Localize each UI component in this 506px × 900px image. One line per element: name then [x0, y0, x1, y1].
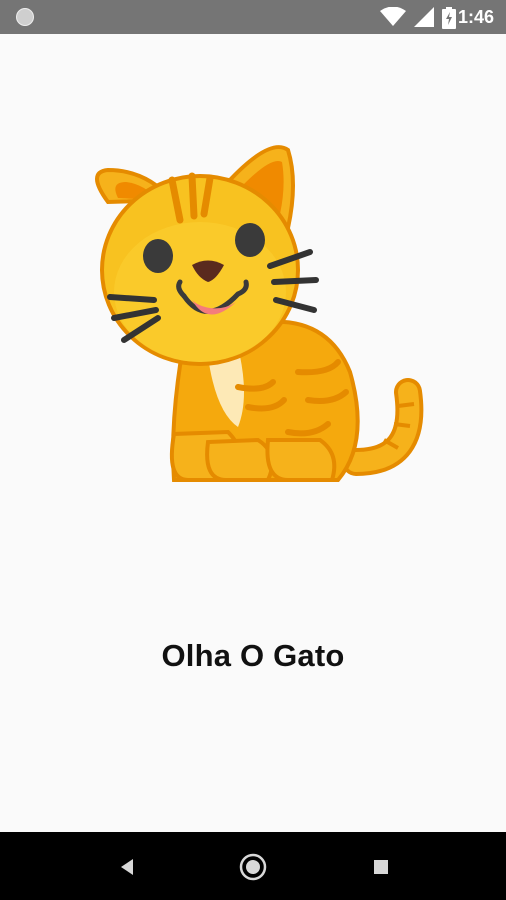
recents-icon[interactable] — [366, 852, 396, 882]
app-title: Olha O Gato — [161, 638, 345, 673]
main-content: Olha O Gato — [0, 34, 506, 832]
cat-emoji-icon — [95, 145, 424, 482]
signal-icon — [414, 7, 434, 27]
status-time: 1:46 — [457, 7, 494, 27]
back-icon[interactable] — [112, 852, 142, 882]
battery-icon — [442, 7, 456, 29]
home-icon[interactable] — [238, 852, 268, 882]
wifi-icon — [380, 7, 406, 26]
navigation-bar — [0, 832, 506, 900]
status-bar: 1:46 — [0, 0, 506, 34]
notification-dot-icon — [16, 8, 34, 26]
